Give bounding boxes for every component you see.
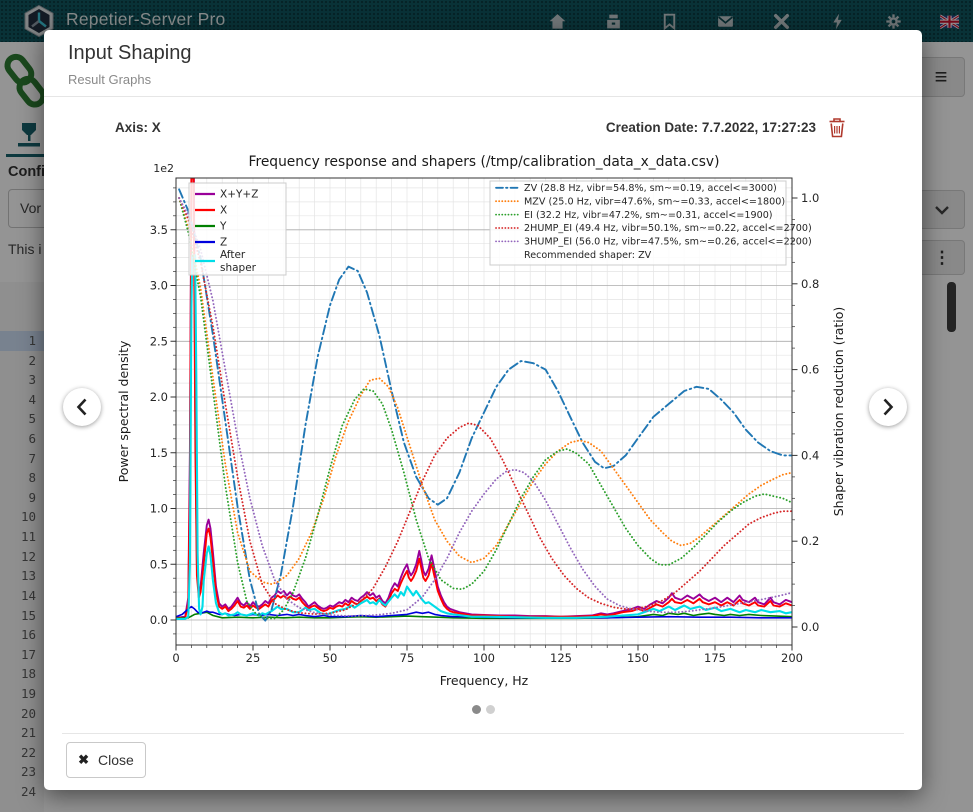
- svg-text:175: 175: [704, 651, 726, 665]
- svg-text:0.2: 0.2: [801, 534, 819, 548]
- svg-text:2.0: 2.0: [150, 390, 168, 404]
- dialog-header: Input Shaping Result Graphs: [44, 30, 922, 97]
- creation-date-label: Creation Date: 7.7.2022, 17:27:23: [606, 120, 816, 135]
- legend-left: X+Y+Z XYZAftershaper: [189, 183, 286, 275]
- svg-text:0.8: 0.8: [801, 277, 819, 291]
- axis-multiplier: 1e2: [153, 162, 174, 175]
- dialog-title: Input Shaping: [68, 42, 191, 65]
- svg-text:MZV (25.0 Hz, vibr=47.6%, sm~=: MZV (25.0 Hz, vibr=47.6%, sm~=0.33, acce…: [524, 196, 785, 207]
- carousel-prev-button[interactable]: [63, 388, 101, 426]
- carousel-dot-1[interactable]: [472, 705, 481, 714]
- svg-text:3.0: 3.0: [150, 279, 168, 293]
- y-right-label: Shaper vibration reduction (ratio): [831, 307, 846, 517]
- svg-text:EI (32.2 Hz, vibr=47.2%, sm~=0: EI (32.2 Hz, vibr=47.2%, sm~=0.31, accel…: [524, 210, 773, 221]
- svg-text:Z: Z: [220, 237, 227, 249]
- close-x-icon: ✖: [78, 752, 89, 768]
- svg-text:shaper: shaper: [220, 262, 257, 274]
- svg-text:125: 125: [550, 651, 572, 665]
- close-button-label: Close: [98, 752, 134, 768]
- svg-text:2HUMP_EI (49.4 Hz, vibr=50.1%,: 2HUMP_EI (49.4 Hz, vibr=50.1%, sm~=0.22,…: [524, 223, 812, 234]
- svg-text:1.0: 1.0: [801, 191, 819, 205]
- svg-text:100: 100: [473, 651, 495, 665]
- carousel-next-button[interactable]: [869, 388, 907, 426]
- svg-text:150: 150: [627, 651, 649, 665]
- svg-text:25: 25: [246, 651, 261, 665]
- svg-text:0.6: 0.6: [801, 363, 819, 377]
- x-axis-label: Frequency, Hz: [440, 673, 529, 688]
- result-graph: 0 25 50 75 100 125 150 175 200 0.0 0.5 1.0 1.5 2.0 2.5…: [115, 150, 852, 697]
- svg-text:2.5: 2.5: [150, 334, 168, 348]
- input-shaping-dialog: Input Shaping Result Graphs Axis: X Crea…: [44, 30, 922, 790]
- svg-text:X: X: [220, 205, 227, 217]
- svg-text:1.5: 1.5: [150, 446, 168, 460]
- svg-text:After: After: [220, 249, 246, 261]
- svg-text:3HUMP_EI (56.0 Hz, vibr=47.5%,: 3HUMP_EI (56.0 Hz, vibr=47.5%, sm~=0.26,…: [524, 237, 812, 248]
- footer-divider: [62, 733, 904, 734]
- axis-label: Axis: X: [115, 120, 161, 135]
- svg-text:0.0: 0.0: [801, 620, 819, 634]
- svg-text:ZV (28.8 Hz, vibr=54.8%, sm~=0: ZV (28.8 Hz, vibr=54.8%, sm~=0.19, accel…: [524, 183, 777, 194]
- delete-result-button[interactable]: [828, 117, 846, 138]
- recommended-shaper: Recommended shaper: ZV: [524, 250, 652, 261]
- chevron-right-icon: [880, 397, 896, 417]
- svg-text:0: 0: [172, 651, 179, 665]
- dialog-subtitle: Result Graphs: [68, 72, 151, 87]
- frequency-response-chart: 0 25 50 75 100 125 150 175 200 0.0 0.5 1.0 1.5 2.0 2.5…: [115, 150, 852, 697]
- y-left-label: Power spectral density: [116, 340, 131, 482]
- legend-right: ZV (28.8 Hz, vibr=54.8%, sm~=0.19, accel…: [490, 181, 812, 265]
- screen: Repetier-Server Pro Config Vor This i 12…: [0, 0, 973, 812]
- carousel-dot-2[interactable]: [486, 705, 495, 714]
- svg-text:0.0: 0.0: [150, 613, 168, 627]
- close-button[interactable]: ✖ Close: [66, 742, 146, 778]
- svg-text:75: 75: [400, 651, 415, 665]
- svg-text:0.4: 0.4: [801, 448, 819, 462]
- carousel-dots: [44, 705, 922, 714]
- chart-title: Frequency response and shapers (/tmp/cal…: [249, 154, 720, 170]
- svg-text:50: 50: [323, 651, 338, 665]
- svg-text:200: 200: [781, 651, 803, 665]
- svg-text:1.0: 1.0: [150, 502, 168, 516]
- svg-text:X+Y+Z: X+Y+Z: [220, 189, 258, 201]
- chevron-left-icon: [74, 397, 90, 417]
- svg-text:0.5: 0.5: [150, 557, 168, 571]
- svg-text:3.5: 3.5: [150, 223, 168, 237]
- svg-text:Y: Y: [219, 221, 227, 233]
